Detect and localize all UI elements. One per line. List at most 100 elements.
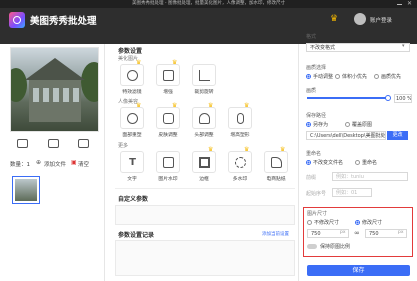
modify-size-radio[interactable]: 修改尺寸 <box>355 219 382 226</box>
delete-image-icon[interactable] <box>78 139 89 148</box>
format-select[interactable]: 不改变格式 <box>306 43 410 52</box>
save-path-field[interactable]: C:\Users\dell\Desktop\美图批处理 <box>306 131 386 140</box>
vip-crown-icon: ♛ <box>244 102 250 109</box>
tool-skin-adjust[interactable] <box>156 107 180 129</box>
height-unit: px <box>398 230 404 235</box>
tool-label: 文字 <box>127 177 137 182</box>
tool-image-watermark[interactable] <box>156 151 180 173</box>
text-icon: T <box>129 157 136 168</box>
chevron-down-icon: ▾ <box>402 43 405 49</box>
body-icon <box>237 113 244 124</box>
quality-select-label: 画质选择 <box>306 65 327 71</box>
image-count: 数量：1 <box>10 162 30 168</box>
vip-crown-icon[interactable]: ♛ <box>330 14 338 24</box>
keep-ratio-toggle[interactable] <box>307 244 317 249</box>
width-unit: px <box>340 230 346 235</box>
tool-label: 多水印 <box>232 177 248 182</box>
quality-slider[interactable] <box>307 97 387 99</box>
window-caption: 美图秀秀批处理 - 图像批处理，批量美化图片，人像调整，加水印，修改尺寸 <box>0 0 417 8</box>
radio-icon <box>355 160 360 165</box>
trash-icon[interactable]: ▣ <box>71 159 77 166</box>
add-current-setting-link[interactable]: 添加当前设置 <box>262 231 289 237</box>
tool-head-adjust[interactable] <box>192 107 216 129</box>
border-icon <box>199 157 210 168</box>
thumbnail[interactable] <box>12 176 40 204</box>
vip-crown-icon: ♛ <box>244 146 250 153</box>
face-icon <box>127 113 138 124</box>
tool-crop-rotate[interactable] <box>192 64 216 86</box>
vip-crown-icon: ♛ <box>136 59 142 66</box>
tool-face-reshape[interactable] <box>120 107 144 129</box>
sticker-icon <box>271 157 282 168</box>
tool-ecommerce-sticker[interactable] <box>264 151 288 173</box>
radio-icon <box>345 122 350 127</box>
tool-special-filter[interactable] <box>120 64 144 86</box>
tool-text[interactable]: T <box>120 151 144 173</box>
vip-crown-icon: ♛ <box>172 59 178 66</box>
user-login-link[interactable]: 账户登录 <box>370 16 392 24</box>
tool-label: 面部重塑 <box>122 133 142 138</box>
tool-label: 皮肤调整 <box>158 133 178 138</box>
tool-label: 电商贴纸 <box>266 177 286 182</box>
radio-icon <box>307 220 312 225</box>
radio-icon <box>306 74 311 79</box>
avatar[interactable] <box>354 13 366 25</box>
clear-button[interactable]: 清空 <box>78 160 89 168</box>
tool-label: 增强 <box>163 90 173 95</box>
rename-label: 重命名 <box>306 151 322 157</box>
close-icon[interactable]: ✕ <box>407 0 412 7</box>
param-settings-title: 参数设置 <box>118 48 143 55</box>
divider <box>104 44 105 281</box>
tool-body-shape[interactable] <box>228 107 252 129</box>
link-icon[interactable]: ∞ <box>354 229 360 237</box>
record-area <box>115 240 295 276</box>
head-icon <box>199 113 210 124</box>
add-icon[interactable]: ⊕ <box>36 159 41 166</box>
record-title: 参数设置记录 <box>118 232 155 239</box>
vip-crown-icon: ♛ <box>136 102 142 109</box>
rotate-left-icon[interactable] <box>17 139 28 148</box>
quality-percent-field[interactable]: 100 % <box>394 94 412 103</box>
vip-crown-icon: ♛ <box>280 146 286 153</box>
rotate-right-icon[interactable] <box>48 139 59 148</box>
tool-label: 图片水印 <box>158 177 178 182</box>
start-number-label: 起始序号 <box>306 191 327 197</box>
prefix-field[interactable]: 例如：tuniu <box>332 172 408 181</box>
skin-icon <box>163 113 174 124</box>
tool-label: 头部调整 <box>194 133 214 138</box>
save-button[interactable]: 保存 <box>307 265 410 276</box>
save-as-radio[interactable]: 另存为 <box>306 121 328 128</box>
keep-size-radio[interactable]: 不修改尺寸 <box>307 219 339 226</box>
radio-icon <box>355 220 360 225</box>
minimize-icon[interactable] <box>397 4 402 5</box>
quality-slider-handle[interactable] <box>385 95 391 101</box>
vip-crown-icon: ♛ <box>172 102 178 109</box>
overwrite-radio[interactable]: 覆盖原图 <box>345 121 372 128</box>
format-label: 格式 <box>306 34 317 40</box>
app-logo-icon <box>9 12 25 28</box>
save-path-label: 保存路径 <box>306 113 327 119</box>
quality-small-radio[interactable]: 体积小优先 <box>335 73 367 80</box>
radio-icon <box>374 74 379 79</box>
quality-manual-radio[interactable]: 手动调整 <box>306 73 333 80</box>
start-number-field[interactable]: 例如：01 <box>332 188 372 197</box>
keep-name-radio[interactable]: 不改变文件名 <box>306 159 343 166</box>
change-path-button[interactable]: 更改 <box>387 131 408 140</box>
tool-label: 边框 <box>199 177 209 182</box>
add-file-button[interactable]: 添加文件 <box>44 160 66 168</box>
prefix-label: 前缀 <box>306 175 317 181</box>
enhance-icon <box>163 70 174 81</box>
tool-label: 裁剪旋转 <box>194 90 214 95</box>
rename-radio[interactable]: 重命名 <box>355 159 377 166</box>
tool-enhance[interactable] <box>156 64 180 86</box>
radio-icon <box>306 160 311 165</box>
quality-high-radio[interactable]: 画质优先 <box>374 73 401 80</box>
keep-ratio-label: 保持原图比例 <box>320 244 351 250</box>
radio-icon <box>306 122 311 127</box>
tool-multi-watermark[interactable] <box>228 151 252 173</box>
quality-label: 画质 <box>306 88 317 94</box>
image-preview <box>10 47 99 132</box>
radio-icon <box>335 74 340 79</box>
tool-label: 增高塑形 <box>230 133 250 138</box>
tool-border[interactable] <box>192 151 216 173</box>
